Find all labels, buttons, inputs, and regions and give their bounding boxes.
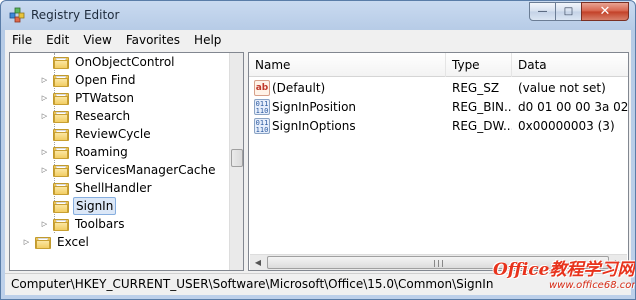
tree-item-signin[interactable]: SignIn (40, 197, 117, 215)
maximize-button[interactable]: □ (555, 2, 582, 21)
tree-item-label: Research (75, 109, 131, 123)
tree-item-label: Excel (57, 235, 89, 249)
expand-arrow-icon[interactable]: ▷ (40, 112, 49, 121)
registry-key-tree[interactable]: OnObjectControl ▷ Open Find ▷ PTWatson ▷… (9, 52, 244, 271)
watermark-brand: Office教程学习网 (493, 260, 635, 280)
column-header-data[interactable]: Data (512, 53, 628, 77)
expand-arrow-icon[interactable]: ▷ (40, 76, 49, 85)
list-header: Name Type Data (249, 53, 628, 77)
folder-icon (53, 146, 69, 159)
tree-item-servicesmanagercache[interactable]: ▷ ServicesManagerCache (40, 161, 218, 179)
column-header-type[interactable]: Type (446, 53, 512, 77)
tree-item-label: SignIn (73, 197, 117, 215)
minimize-button[interactable]: — (529, 2, 556, 21)
value-type: REG_BIN... (452, 100, 512, 114)
tree-item-roaming[interactable]: ▷ Roaming (40, 143, 130, 161)
menu-help[interactable]: Help (187, 30, 228, 50)
scroll-left-icon[interactable]: ◀ (250, 255, 266, 270)
tree-item-open-find[interactable]: ▷ Open Find (40, 71, 137, 89)
value-row-default[interactable]: ab (Default) REG_SZ (value not set) (249, 79, 628, 98)
close-button[interactable]: ✕ (581, 2, 629, 21)
menu-edit[interactable]: Edit (39, 30, 76, 50)
tree-item-shellhandler[interactable]: ShellHandler (40, 179, 154, 197)
value-type: REG_SZ (452, 81, 500, 95)
folder-icon (53, 128, 69, 141)
value-data: 0x00000003 (3) (518, 119, 615, 133)
open-folder-icon (53, 200, 69, 213)
folder-icon (35, 236, 51, 249)
folder-icon (53, 182, 69, 195)
tree-item-onobjectcontrol[interactable]: OnObjectControl (40, 53, 177, 71)
value-row-signinposition[interactable]: 011 110 SignInPosition REG_BIN... d0 01 … (249, 98, 629, 117)
tree-item-label: PTWatson (75, 91, 134, 105)
expand-arrow-icon[interactable]: ▷ (40, 220, 49, 229)
folder-icon (53, 92, 69, 105)
registry-path: Computer\HKEY_CURRENT_USER\Software\Micr… (11, 277, 494, 291)
expand-arrow-icon[interactable]: ▷ (22, 238, 31, 247)
value-type: REG_DW... (452, 119, 512, 133)
tree-vertical-scrollbar[interactable] (229, 53, 243, 270)
tree-expander[interactable] (40, 58, 49, 67)
title-bar[interactable]: Registry Editor — □ ✕ (1, 1, 635, 30)
folder-icon (53, 218, 69, 231)
binary-value-icon: 011 110 (254, 118, 270, 134)
value-name: SignInOptions (272, 119, 356, 133)
client-area: OnObjectControl ▷ Open Find ▷ PTWatson ▷… (5, 50, 631, 273)
registry-editor-icon (9, 7, 25, 23)
menu-favorites[interactable]: Favorites (119, 30, 187, 50)
value-name: (Default) (272, 81, 326, 95)
grip-icon (434, 260, 443, 267)
tree-expander[interactable] (40, 130, 49, 139)
tree-item-toolbars[interactable]: ▷ Toolbars (40, 215, 126, 233)
tree-item-excel[interactable]: ▷ Excel (22, 233, 91, 251)
window-title: Registry Editor (31, 8, 120, 22)
value-name: SignInPosition (272, 100, 357, 114)
registry-editor-window: Registry Editor — □ ✕ File Edit View Fav… (0, 0, 636, 300)
tree-item-label: ServicesManagerCache (75, 163, 216, 177)
tree-expander[interactable] (40, 202, 49, 211)
tree-item-ptwatson[interactable]: ▷ PTWatson (40, 89, 136, 107)
expand-arrow-icon[interactable]: ▷ (40, 148, 49, 157)
value-data: d0 01 00 00 3a 02 00 0 (518, 100, 629, 114)
registry-values-list[interactable]: Name Type Data ab (Default) REG_SZ (valu… (248, 52, 629, 271)
watermark-url: www.office68.com (549, 280, 636, 291)
watermark: Office教程学习网 www.office68.com (493, 260, 636, 299)
value-row-signinoptions[interactable]: 011 110 SignInOptions REG_DW... 0x000000… (249, 117, 628, 136)
string-value-icon: ab (254, 80, 270, 96)
menu-view[interactable]: View (76, 30, 118, 50)
folder-icon (53, 164, 69, 177)
tree-item-reviewcycle[interactable]: ReviewCycle (40, 125, 153, 143)
expand-arrow-icon[interactable]: ▷ (40, 166, 49, 175)
menu-bar: File Edit View Favorites Help (5, 30, 631, 50)
expand-arrow-icon[interactable]: ▷ (40, 94, 49, 103)
value-data: (value not set) (518, 81, 606, 95)
tree-item-research[interactable]: ▷ Research (40, 107, 132, 125)
menu-file[interactable]: File (5, 30, 39, 50)
tree-item-label: Roaming (75, 145, 128, 159)
folder-icon (53, 56, 69, 69)
tree-item-label: ReviewCycle (75, 127, 151, 141)
folder-icon (53, 110, 69, 123)
tree-item-label: Open Find (75, 73, 136, 87)
tree-item-label: Toolbars (75, 217, 125, 231)
column-header-name[interactable]: Name (249, 53, 446, 77)
scrollbar-thumb[interactable] (231, 149, 243, 167)
tree-item-label: OnObjectControl (75, 55, 175, 69)
tree-expander[interactable] (40, 184, 49, 193)
folder-icon (53, 74, 69, 87)
tree-item-label: ShellHandler (75, 181, 152, 195)
binary-value-icon: 011 110 (254, 99, 270, 115)
